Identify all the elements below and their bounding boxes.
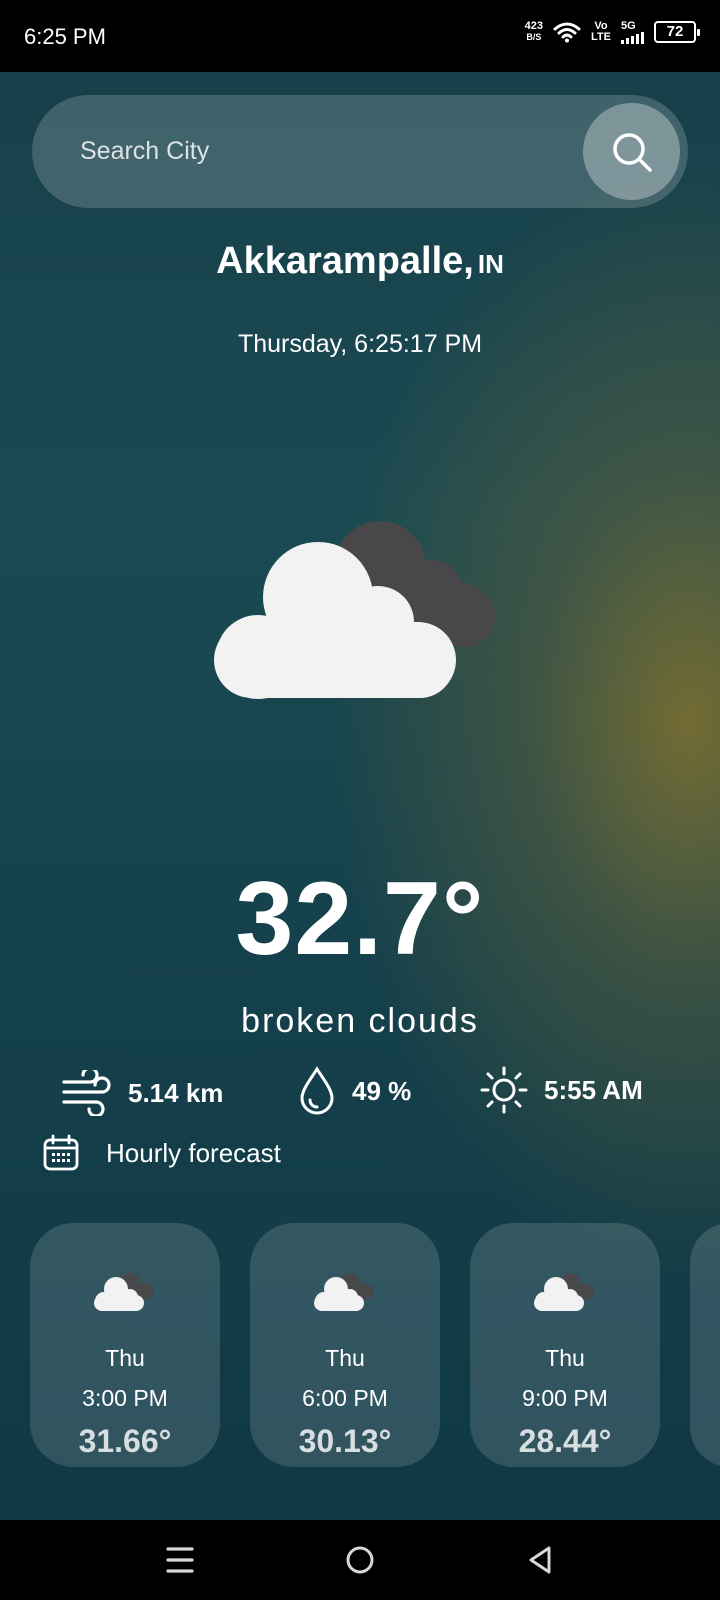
status-time: 6:25 PM [24, 24, 106, 49]
cellular-indicator: 5G [621, 20, 644, 44]
weather-description: broken clouds [241, 1002, 479, 1040]
hourly-card[interactable]: Thu 3:00 PM 31.66° [30, 1223, 220, 1467]
hourly-temp: 28.44° [518, 1423, 612, 1459]
network-type: 5G [621, 20, 636, 32]
current-datetime: Thursday, 6:25:17 PM [237, 330, 483, 358]
volte-bottom: LTE [591, 31, 611, 43]
status-bar: 6:25 PM 423 B/S Vo LTE 5G 72 [0, 0, 720, 72]
hourly-forecast-header: Hourly forecast [42, 1134, 281, 1172]
hourly-card[interactable]: Thu 9:00 PM 28.44° [470, 1223, 660, 1467]
hourly-day: Thu [105, 1345, 145, 1371]
sunrise-stat: 5:55 AM [480, 1066, 643, 1114]
hourly-time: 6:00 PM [302, 1385, 388, 1411]
broken-clouds-icon [214, 521, 495, 699]
menu-button[interactable] [160, 1540, 200, 1580]
hourly-time: 3:00 PM [82, 1385, 168, 1411]
hourly-forecast-list[interactable]: Thu 3:00 PM 31.66° Thu 6:00 PM 30.13° Th… [30, 1223, 720, 1467]
broken-clouds-icon [534, 1273, 594, 1311]
back-icon [529, 1546, 551, 1574]
weather-app: Akkarampalle,IN Thursday, 6:25:17 PM 32.… [0, 72, 720, 1520]
status-icons: 423 B/S Vo LTE 5G 72 [525, 20, 700, 44]
calendar-icon [43, 1134, 79, 1171]
search-input[interactable] [80, 133, 560, 169]
city-name: Akkarampalle, [216, 240, 474, 282]
humidity-value: 49 % [352, 1075, 412, 1106]
sun-icon [480, 1066, 528, 1114]
hourly-temp: 31.66° [78, 1423, 172, 1459]
search-icon [612, 132, 652, 172]
menu-icon [166, 1547, 194, 1573]
weather-stats: 5.14 km 49 % 5:55 AM [0, 1060, 720, 1120]
hourly-temp: 30.13° [298, 1423, 392, 1459]
volte-indicator: Vo LTE [591, 21, 611, 43]
back-button[interactable] [520, 1540, 560, 1580]
search-bar [32, 95, 688, 208]
broken-clouds-icon [314, 1273, 374, 1311]
location: Akkarampalle, IN [0, 240, 720, 283]
hourly-forecast-title: Hourly forecast [106, 1137, 281, 1168]
home-button[interactable] [340, 1540, 380, 1580]
hourly-time: 9:00 PM [522, 1385, 608, 1411]
sunrise-value: 5:55 AM [544, 1074, 643, 1105]
broken-clouds-icon [94, 1273, 154, 1311]
search-button[interactable] [583, 103, 680, 200]
network-speed-value: 423 [524, 20, 544, 32]
home-icon [346, 1546, 374, 1574]
network-speed: 423 B/S [525, 21, 543, 43]
battery-icon: 72 [654, 21, 700, 43]
hourly-card[interactable]: Thu 6:00 PM 30.13° [250, 1223, 440, 1467]
signal-icon [621, 32, 644, 44]
country-code: IN [477, 249, 504, 279]
network-speed-unit: B/S [526, 32, 542, 42]
wifi-icon [553, 22, 581, 43]
battery-level: 72 [666, 23, 684, 40]
wind-stat: 5.14 km [62, 1070, 223, 1116]
hourly-card[interactable] [690, 1223, 720, 1467]
humidity-stat: 49 % [298, 1066, 411, 1116]
humidity-icon [300, 1066, 334, 1115]
hourly-day: Thu [545, 1345, 585, 1371]
hourly-day: Thu [325, 1345, 365, 1371]
current-temperature: 32.7° [235, 861, 485, 977]
wind-value: 5.14 km [128, 1077, 224, 1108]
navigation-bar [0, 1520, 720, 1600]
wind-icon [62, 1070, 111, 1116]
